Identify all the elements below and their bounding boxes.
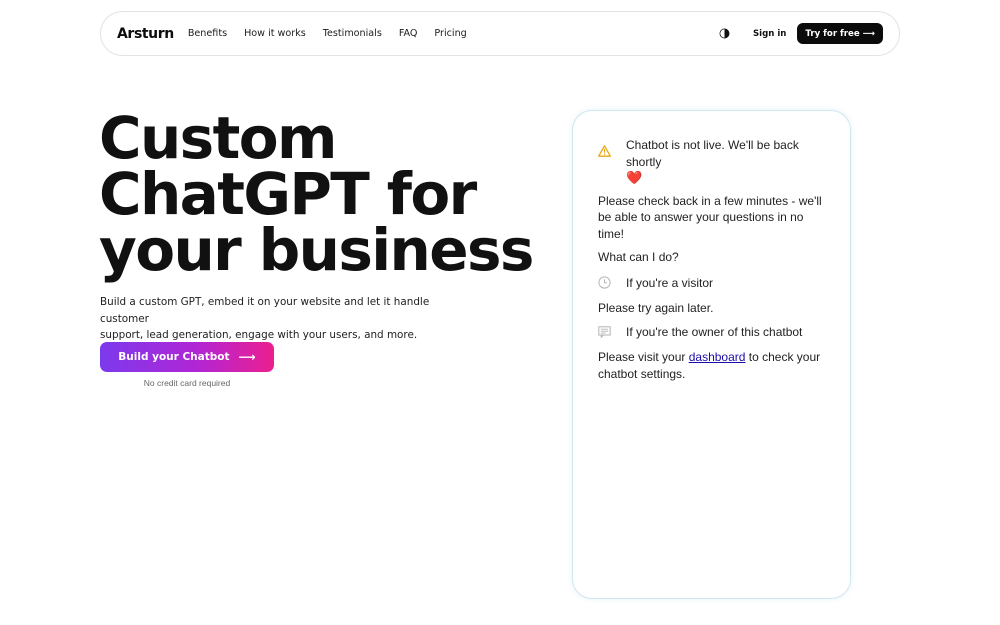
- owner-option: If you're the owner of this chatbot: [598, 324, 828, 341]
- nav-links: Benefits How it works Testimonials FAQ P…: [188, 28, 484, 39]
- what-can-i-do-heading: What can I do?: [598, 250, 679, 264]
- sign-in-link[interactable]: Sign in: [753, 29, 786, 39]
- half-moon-icon[interactable]: [719, 28, 731, 40]
- nav-link-benefits[interactable]: Benefits: [188, 28, 227, 39]
- clock-icon: [598, 276, 626, 289]
- build-chatbot-button[interactable]: Build your Chatbot ⟶: [100, 342, 274, 372]
- hero-title: Custom ChatGPT for your business: [99, 104, 539, 284]
- heart-icon: ❤️: [626, 170, 643, 185]
- build-chatbot-label: Build your Chatbot: [118, 351, 230, 363]
- hero-description: Build a custom GPT, embed it on your web…: [100, 294, 480, 344]
- nav-link-testimonials[interactable]: Testimonials: [323, 28, 382, 39]
- visitor-label: If you're a visitor: [626, 275, 713, 290]
- message-icon: [598, 326, 626, 338]
- top-navbar: Arsturn Benefits How it works Testimonia…: [100, 11, 900, 56]
- owner-text: Please visit your dashboard to check you…: [598, 349, 828, 382]
- chatbot-status-text: Chatbot is not live. We'll be back short…: [626, 138, 799, 169]
- owner-text-prefix: Please visit your: [598, 350, 686, 364]
- owner-label: If you're the owner of this chatbot: [626, 324, 803, 339]
- try-for-free-button[interactable]: Try for free ⟶: [797, 23, 883, 44]
- hero-title-line: Custom: [99, 104, 337, 172]
- hero-title-line: ChatGPT for: [99, 160, 477, 228]
- nav-link-faq[interactable]: FAQ: [399, 28, 418, 39]
- hero-description-line: support, lead generation, engage with yo…: [100, 329, 418, 341]
- chatbot-widget: Chatbot is not live. We'll be back short…: [572, 110, 851, 599]
- chatbot-status: Chatbot is not live. We'll be back short…: [598, 137, 828, 187]
- brand-logo[interactable]: Arsturn: [117, 26, 174, 42]
- dashboard-link[interactable]: dashboard: [689, 350, 746, 364]
- arrow-right-icon: ⟶: [238, 350, 256, 364]
- nav-link-how-it-works[interactable]: How it works: [244, 28, 306, 39]
- warning-icon: [598, 137, 626, 157]
- hero-title-line: your business: [99, 216, 534, 284]
- nav-actions: Sign in Try for free ⟶: [719, 23, 883, 44]
- visitor-option: If you're a visitor: [598, 275, 828, 292]
- nav-link-pricing[interactable]: Pricing: [434, 28, 466, 39]
- visitor-text: Please try again later.: [598, 301, 714, 315]
- no-credit-card-note: No credit card required: [143, 378, 231, 388]
- hero-description-line: Build a custom GPT, embed it on your web…: [100, 296, 430, 325]
- check-back-text: Please check back in a few minutes - we'…: [598, 193, 822, 241]
